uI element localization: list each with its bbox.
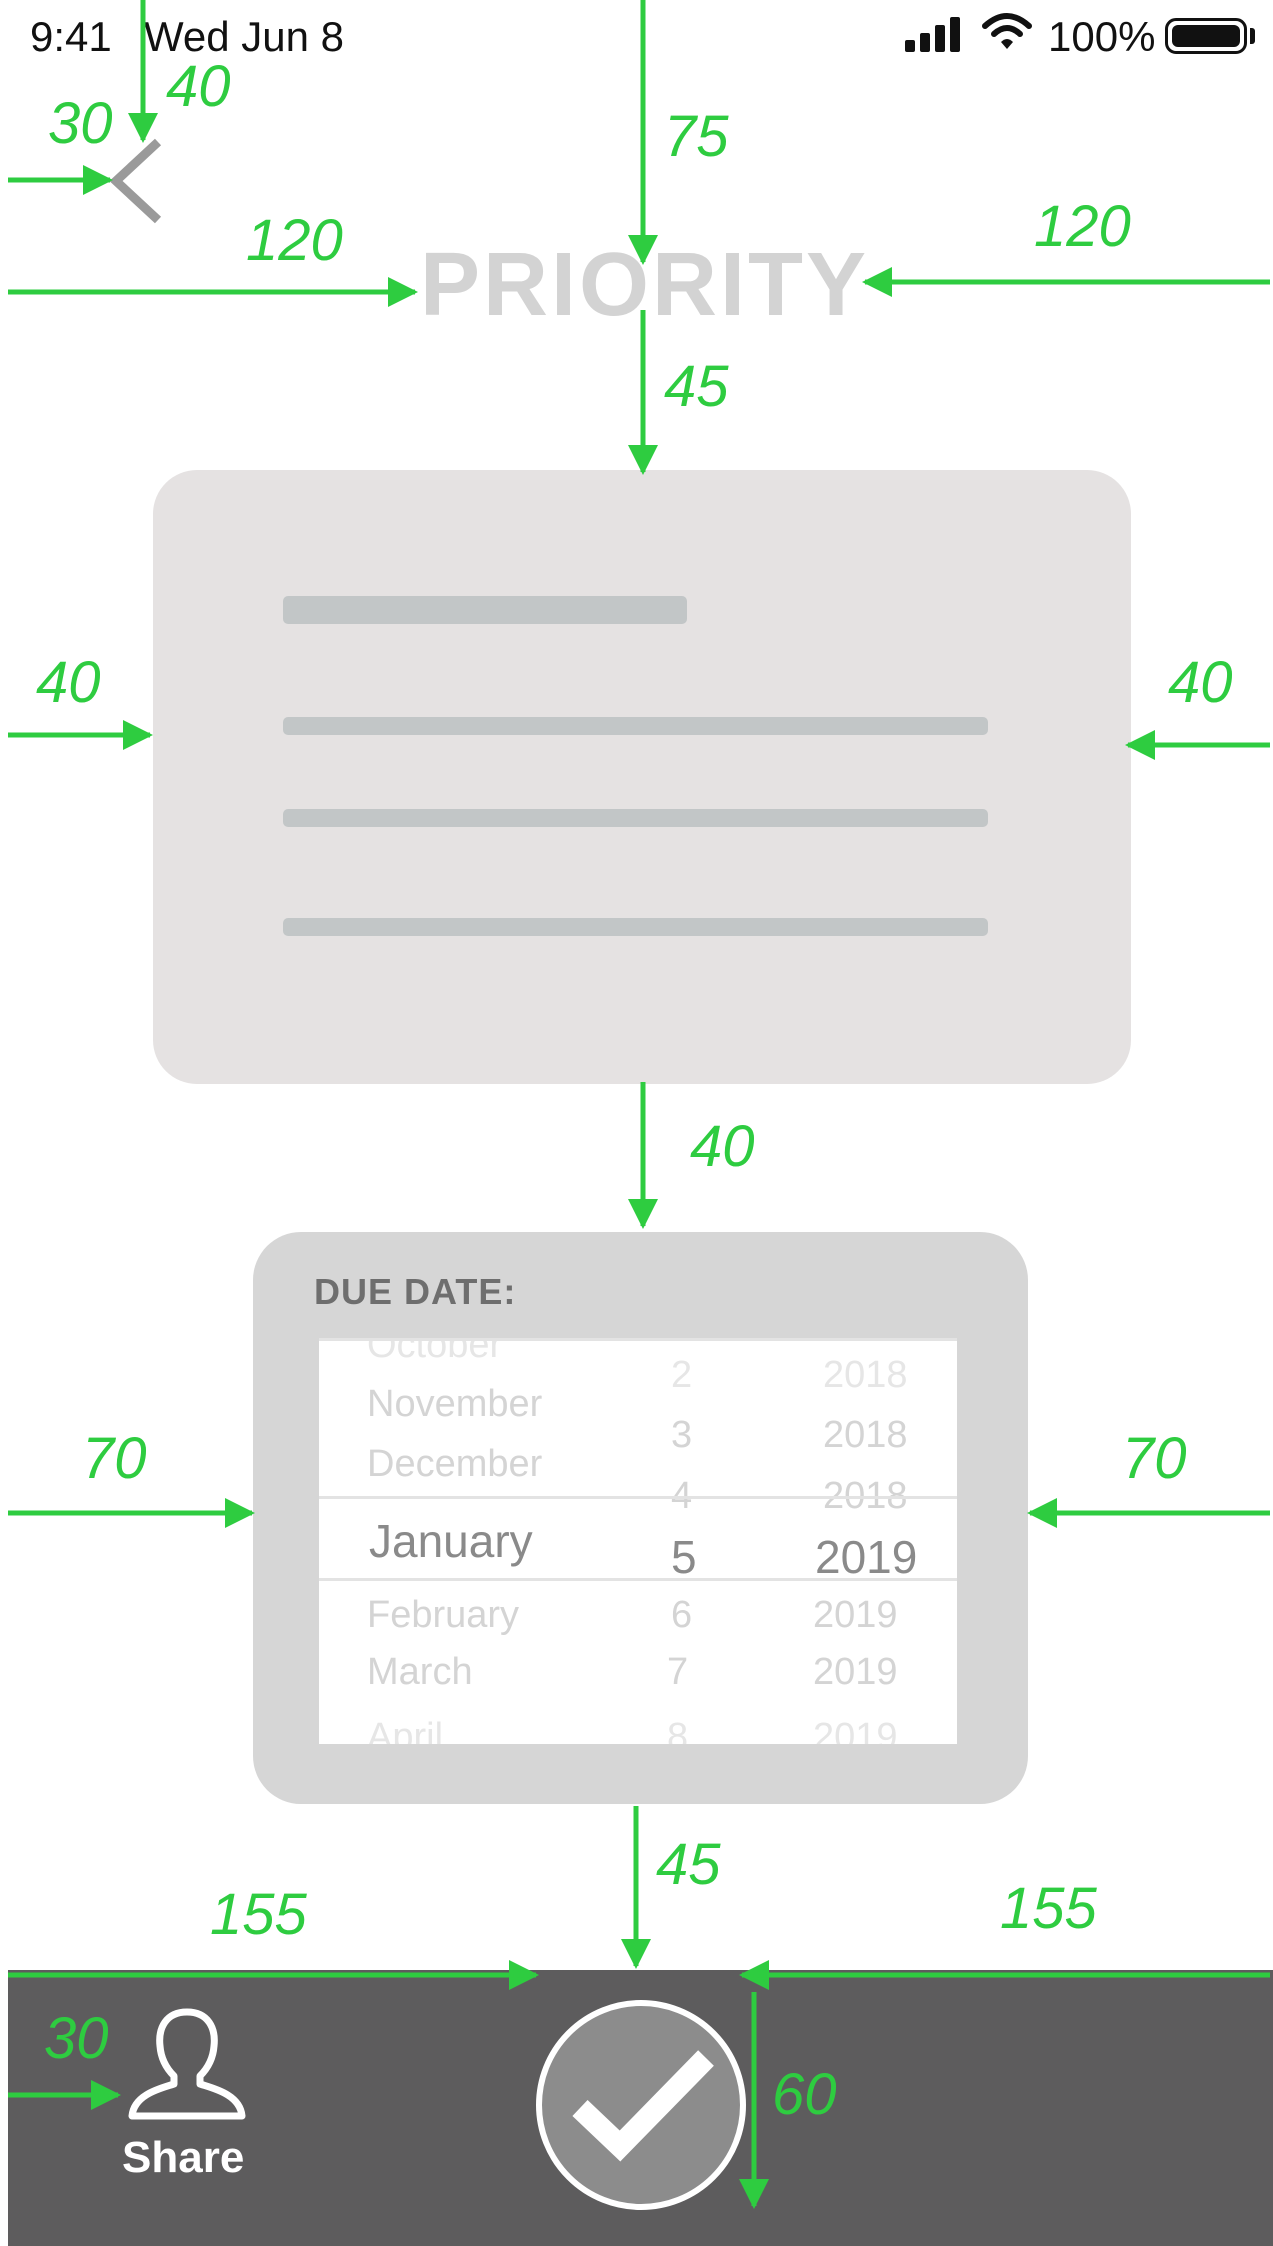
annotation-label: 45 [656,1832,721,1897]
annotation-label: 75 [664,104,729,169]
annotation-label: 40 [166,54,231,119]
annotation-label: 60 [772,2062,837,2127]
annotation-label: 70 [82,1426,147,1491]
annotation-label: 120 [1034,194,1131,259]
annotation-label: 70 [1122,1426,1187,1491]
annotation-label: 120 [246,208,343,273]
annotation-label: 30 [44,2006,109,2071]
annotation-label: 40 [36,650,101,715]
annotation-label: 45 [664,354,729,419]
annotation-label: 40 [690,1114,755,1179]
annotation-label: 155 [1000,1876,1097,1941]
annotation-label: 30 [48,91,113,156]
annotation-label: 40 [1168,650,1233,715]
annotation-label: 155 [210,1882,307,1947]
